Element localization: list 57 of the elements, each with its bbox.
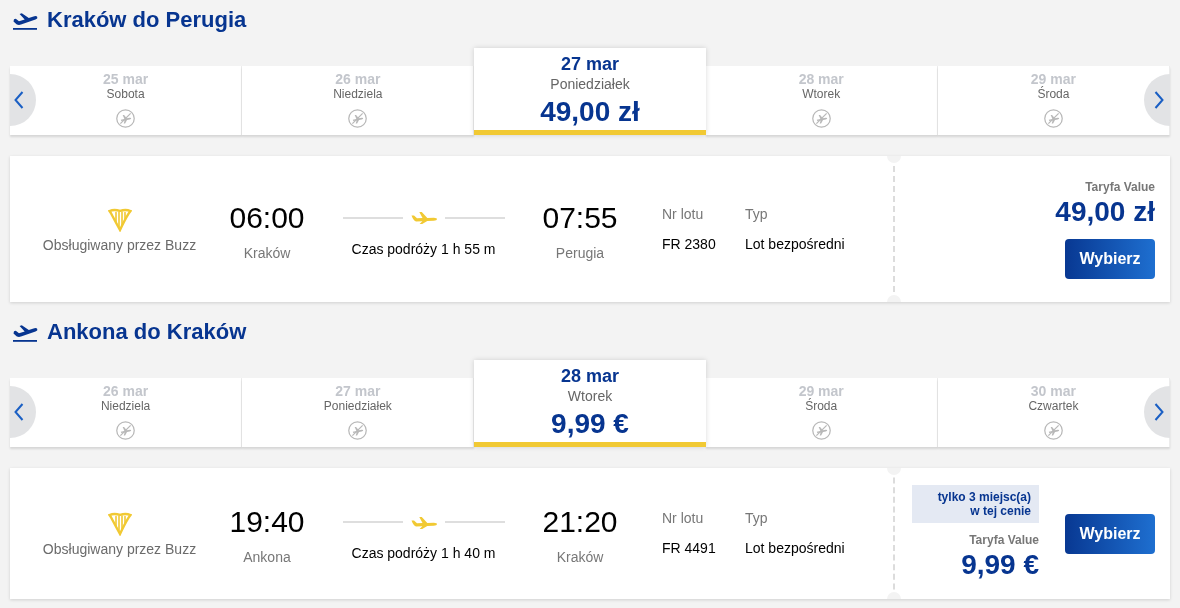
- detail-value: FR 2380: [662, 234, 716, 253]
- date-tab[interactable]: 26 mar Niedziela: [10, 378, 243, 447]
- duration-label: Czas podróży 1 h 55 m: [351, 239, 496, 258]
- date-tab[interactable]: 29 mar Środa: [705, 378, 938, 447]
- date-tab[interactable]: 26 mar Niedziela: [242, 66, 475, 135]
- route-title: Ankona do Kraków: [47, 318, 247, 346]
- date-tab[interactable]: 28 mar Wtorek: [705, 66, 938, 135]
- crossed-plane-icon: [811, 109, 831, 128]
- crossed-plane-icon: [348, 109, 368, 128]
- date-tab[interactable]: 27 mar Poniedziałek: [242, 378, 475, 447]
- detail-label: Nr lotu: [662, 204, 704, 223]
- detail-value: FR 4491: [662, 539, 716, 557]
- fare-price: 9,99 €: [961, 548, 1039, 582]
- chevron-right-icon: [1154, 91, 1164, 109]
- route-title: Kraków do Perugia: [47, 6, 247, 34]
- crossed-plane-icon: [811, 421, 831, 440]
- detail-label: Nr lotu: [662, 509, 704, 527]
- crossed-plane-icon: [1043, 421, 1063, 440]
- departure-time: 06:00: [229, 199, 305, 236]
- departure-time: 19:40: [229, 504, 305, 540]
- duration-label: Czas podróży 1 h 40 m: [351, 544, 496, 562]
- date-tab[interactable]: 30 mar Czwartek: [937, 378, 1170, 447]
- date-tab[interactable]: 28 mar Wtorek 9,99 €: [474, 360, 706, 447]
- plane-icon: [410, 515, 437, 529]
- chevron-left-icon: [14, 403, 24, 421]
- operator-label: Obsługiwany przez Buzz: [42, 540, 197, 558]
- harp-icon: [107, 207, 132, 232]
- detail-label: Typ: [745, 204, 768, 223]
- select-button[interactable]: Wybierz: [1065, 513, 1155, 554]
- plane-takeoff-icon: [12, 322, 38, 342]
- arrival-city: Perugia: [555, 243, 605, 262]
- detail-label: Typ: [745, 509, 768, 527]
- date-tab[interactable]: 27 mar Poniedziałek 49,00 zł: [474, 48, 706, 135]
- fare-label: Taryfa Value: [1085, 180, 1155, 195]
- detail-value: Lot bezpośredni: [745, 539, 845, 557]
- detail-value: Lot bezpośredni: [745, 234, 845, 253]
- arrival-time: 21:20: [542, 504, 618, 540]
- plane-icon: [410, 211, 437, 224]
- harp-icon: [107, 512, 132, 536]
- date-tab[interactable]: 25 mar Sobota: [10, 66, 243, 135]
- crossed-plane-icon: [348, 421, 368, 440]
- crossed-plane-icon: [116, 421, 136, 440]
- fare-label: Taryfa Value: [969, 533, 1039, 548]
- departure-city: Ankona: [243, 548, 291, 566]
- crossed-plane-icon: [116, 109, 136, 128]
- date-tab[interactable]: 29 mar Środa: [937, 66, 1170, 135]
- arrival-time: 07:55: [542, 199, 618, 236]
- arrival-city: Kraków: [556, 548, 604, 566]
- operator-label: Obsługiwany przez Buzz: [42, 235, 197, 254]
- chevron-right-icon: [1154, 403, 1164, 421]
- crossed-plane-icon: [1043, 109, 1063, 128]
- select-button[interactable]: Wybierz: [1065, 239, 1155, 279]
- fare-price: 49,00 zł: [1055, 195, 1155, 229]
- departure-city: Kraków: [243, 243, 291, 262]
- plane-takeoff-icon: [12, 10, 38, 30]
- chevron-left-icon: [14, 91, 24, 109]
- seats-notice: tylko 3 miejsc(a) w tej cenie: [912, 485, 1039, 523]
